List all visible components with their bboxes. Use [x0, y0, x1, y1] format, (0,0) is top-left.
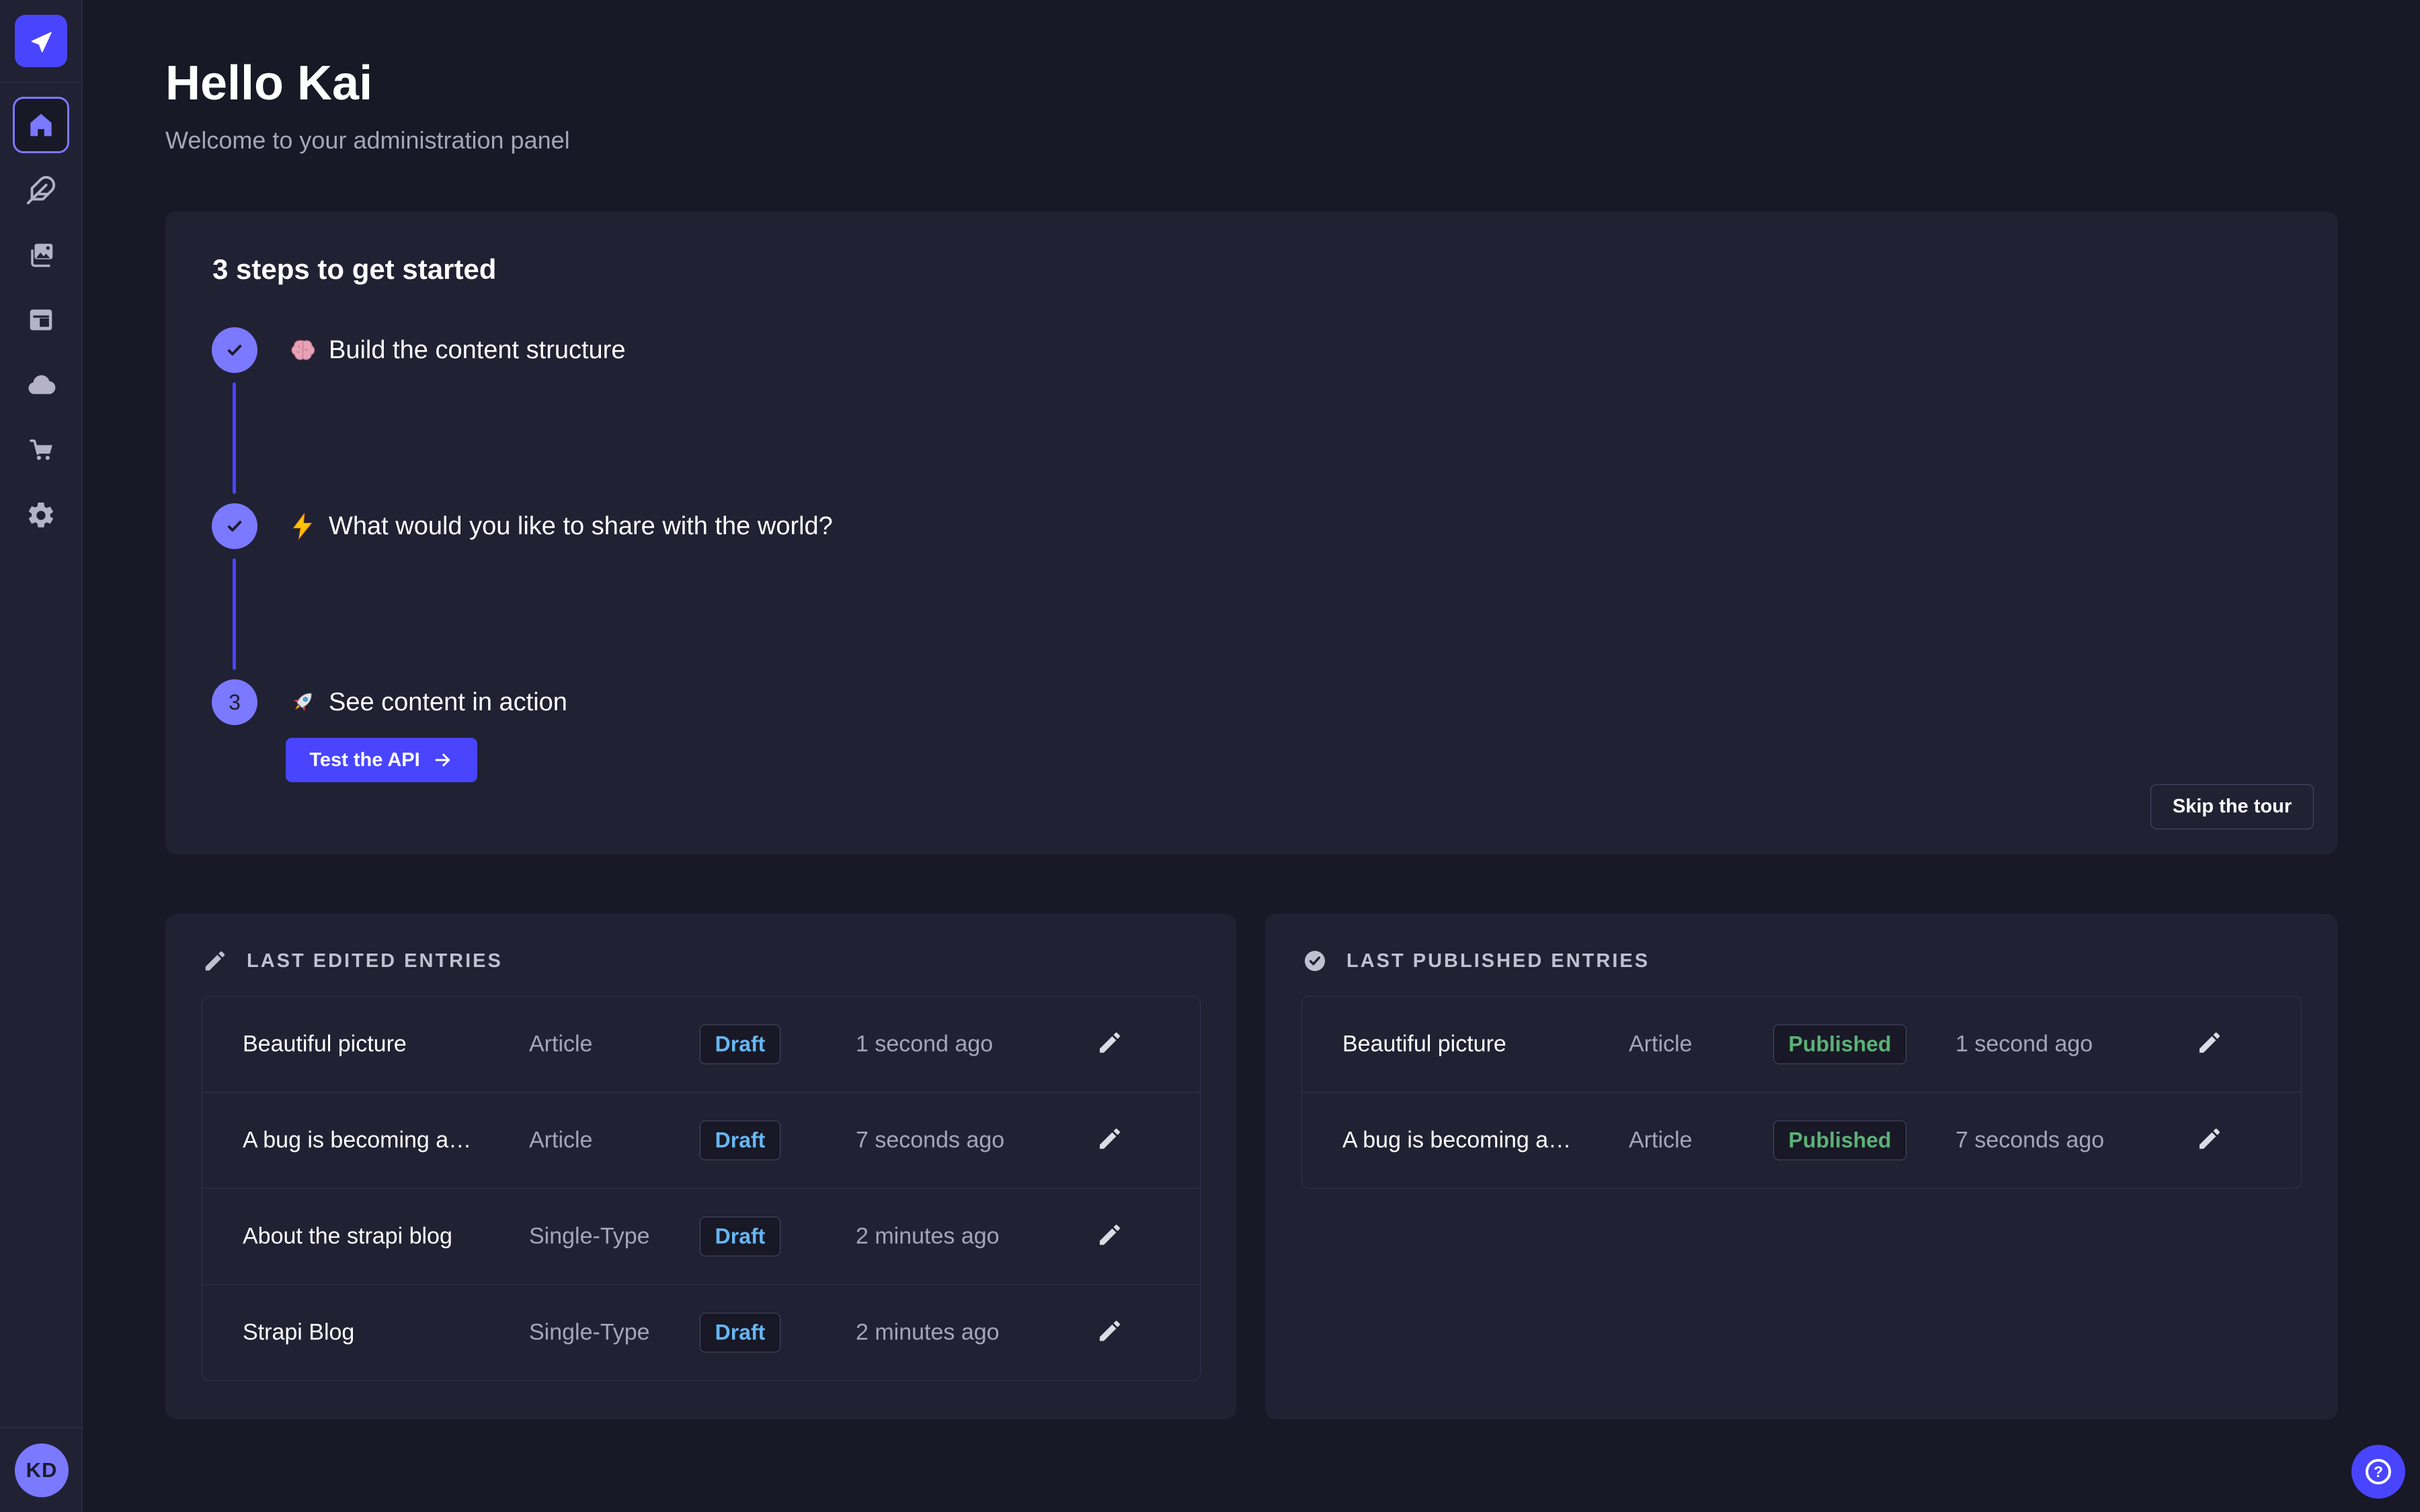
entry-time: 1 second ago: [1955, 1032, 2093, 1058]
entry-status-cell: Draft: [619, 1121, 861, 1161]
entry-row: A bug is becoming a… Article Published 7…: [1302, 1092, 2301, 1188]
entry-status-cell: Draft: [619, 1217, 861, 1257]
guided-tour-card: 3 steps to get started Build the content…: [165, 212, 2338, 854]
sidebar-bottom-divider: [0, 1427, 82, 1428]
edit-pencil-icon[interactable]: [1096, 1126, 1123, 1156]
status-badge: Draft: [700, 1025, 781, 1064]
sidebar-item-marketplace[interactable]: [13, 422, 69, 478]
sidebar-item-cloud[interactable]: [13, 357, 69, 413]
status-badge: Draft: [700, 1313, 781, 1353]
step-1-text: Build the content structure: [329, 336, 625, 365]
entry-title: Strapi Blog: [243, 1320, 354, 1346]
entry-title: Beautiful picture: [1342, 1032, 1506, 1058]
step-connector: [233, 558, 236, 670]
feather-pen-icon: [26, 175, 56, 206]
sidebar-item-content-manager[interactable]: [13, 162, 69, 218]
entry-title: Beautiful picture: [243, 1032, 407, 1058]
entry-row: A bug is becoming a… Article Draft 7 sec…: [202, 1092, 1200, 1188]
step-1-label: Build the content structure: [288, 327, 625, 373]
shopping-cart-icon: [26, 435, 56, 466]
entry-title: A bug is becoming a…: [1342, 1128, 1571, 1154]
entry-type: Article: [529, 1032, 592, 1058]
entry-time: 7 seconds ago: [1955, 1128, 2104, 1154]
check-circle-icon: [1302, 948, 1328, 974]
entry-status-cell: Draft: [619, 1025, 861, 1064]
entry-time: 2 minutes ago: [856, 1320, 1000, 1346]
step-3-text: See content in action: [329, 688, 567, 717]
test-the-api-button[interactable]: Test the API: [286, 738, 477, 782]
skip-the-tour-button[interactable]: Skip the tour: [2150, 784, 2314, 829]
question-mark-icon: ?: [2366, 1459, 2391, 1484]
entry-title: A bug is becoming a…: [243, 1128, 471, 1154]
entries-table: Beautiful picture Article Draft 1 second…: [202, 996, 1201, 1381]
edit-pencil-icon[interactable]: [1096, 1222, 1123, 1252]
step-2-label: What would you like to share with the wo…: [288, 503, 833, 549]
gear-icon: [26, 500, 56, 531]
check-icon: [223, 514, 247, 538]
step-3-label: See content in action: [288, 679, 567, 725]
sidebar-divider: [0, 82, 82, 83]
test-the-api-label: Test the API: [309, 749, 419, 771]
entry-row: Beautiful picture Article Published 1 se…: [1302, 997, 2301, 1092]
step-1-check: [212, 327, 257, 373]
status-badge: Draft: [700, 1121, 781, 1161]
brain-emoji-icon: [288, 336, 317, 364]
edit-pencil-icon[interactable]: [2196, 1030, 2223, 1060]
entry-time: 7 seconds ago: [856, 1128, 1004, 1154]
entry-time: 1 second ago: [856, 1032, 993, 1058]
strapi-logo[interactable]: [15, 15, 67, 67]
entry-row: Beautiful picture Article Draft 1 second…: [202, 997, 1200, 1092]
sidebar: KD: [0, 0, 83, 1512]
entry-row: About the strapi blog Single-Type Draft …: [202, 1188, 1200, 1284]
step-2-text: What would you like to share with the wo…: [329, 512, 833, 541]
entry-time: 2 minutes ago: [856, 1224, 1000, 1250]
edit-pencil-icon[interactable]: [2196, 1126, 2223, 1156]
entry-title: About the strapi blog: [243, 1224, 452, 1250]
check-icon: [223, 338, 247, 362]
entry-status-cell: Draft: [619, 1313, 861, 1353]
lightning-emoji-icon: [288, 512, 317, 540]
step-2-check: [212, 503, 257, 549]
last-edited-entries-widget: LAST EDITED ENTRIES Beautiful picture Ar…: [165, 914, 1236, 1419]
widget-header: LAST PUBLISHED ENTRIES: [1302, 945, 1650, 977]
page-title: Hello Kai: [165, 55, 372, 112]
page-subtitle: Welcome to your administration panel: [165, 126, 570, 155]
widget-header: LAST EDITED ENTRIES: [202, 945, 503, 977]
sidebar-item-media-library[interactable]: [13, 227, 69, 284]
arrow-right-icon: [432, 749, 454, 771]
guided-tour-title: 3 steps to get started: [212, 253, 496, 286]
edit-pencil-icon[interactable]: [1096, 1318, 1123, 1348]
step-3-number-text: 3: [229, 690, 241, 715]
step-connector: [233, 382, 236, 494]
entry-type: Article: [1629, 1128, 1692, 1154]
entry-type: Article: [1629, 1032, 1692, 1058]
media-library-icon: [26, 240, 56, 271]
widget-title: LAST PUBLISHED ENTRIES: [1346, 950, 1650, 972]
status-badge: Published: [1773, 1025, 1907, 1064]
status-badge: Draft: [700, 1217, 781, 1257]
layout-builder-icon: [26, 304, 56, 335]
entry-status-cell: Published: [1719, 1121, 1961, 1161]
widget-title: LAST EDITED ENTRIES: [247, 950, 503, 972]
home-icon: [26, 110, 56, 140]
edit-pencil-icon[interactable]: [1096, 1030, 1123, 1060]
status-badge: Published: [1773, 1121, 1907, 1161]
last-published-entries-widget: LAST PUBLISHED ENTRIES Beautiful picture…: [1265, 914, 2338, 1419]
strapi-logo-icon: [26, 26, 56, 56]
entry-type: Article: [529, 1128, 592, 1154]
sidebar-item-home[interactable]: [13, 97, 69, 153]
entry-row: Strapi Blog Single-Type Draft 2 minutes …: [202, 1284, 1200, 1380]
rocket-emoji-icon: [288, 688, 317, 716]
pencil-icon: [202, 948, 228, 974]
entry-status-cell: Published: [1719, 1025, 1961, 1064]
sidebar-item-content-type-builder[interactable]: [13, 292, 69, 348]
cloud-icon: [26, 370, 56, 401]
step-3-number: 3: [212, 679, 257, 725]
entries-table: Beautiful picture Article Published 1 se…: [1301, 996, 2302, 1189]
user-avatar[interactable]: KD: [15, 1443, 69, 1497]
help-button[interactable]: ?: [2351, 1445, 2405, 1499]
sidebar-item-settings[interactable]: [13, 487, 69, 544]
strapi-admin-dashboard: KD Hello Kai Welcome to your administrat…: [0, 0, 2420, 1512]
